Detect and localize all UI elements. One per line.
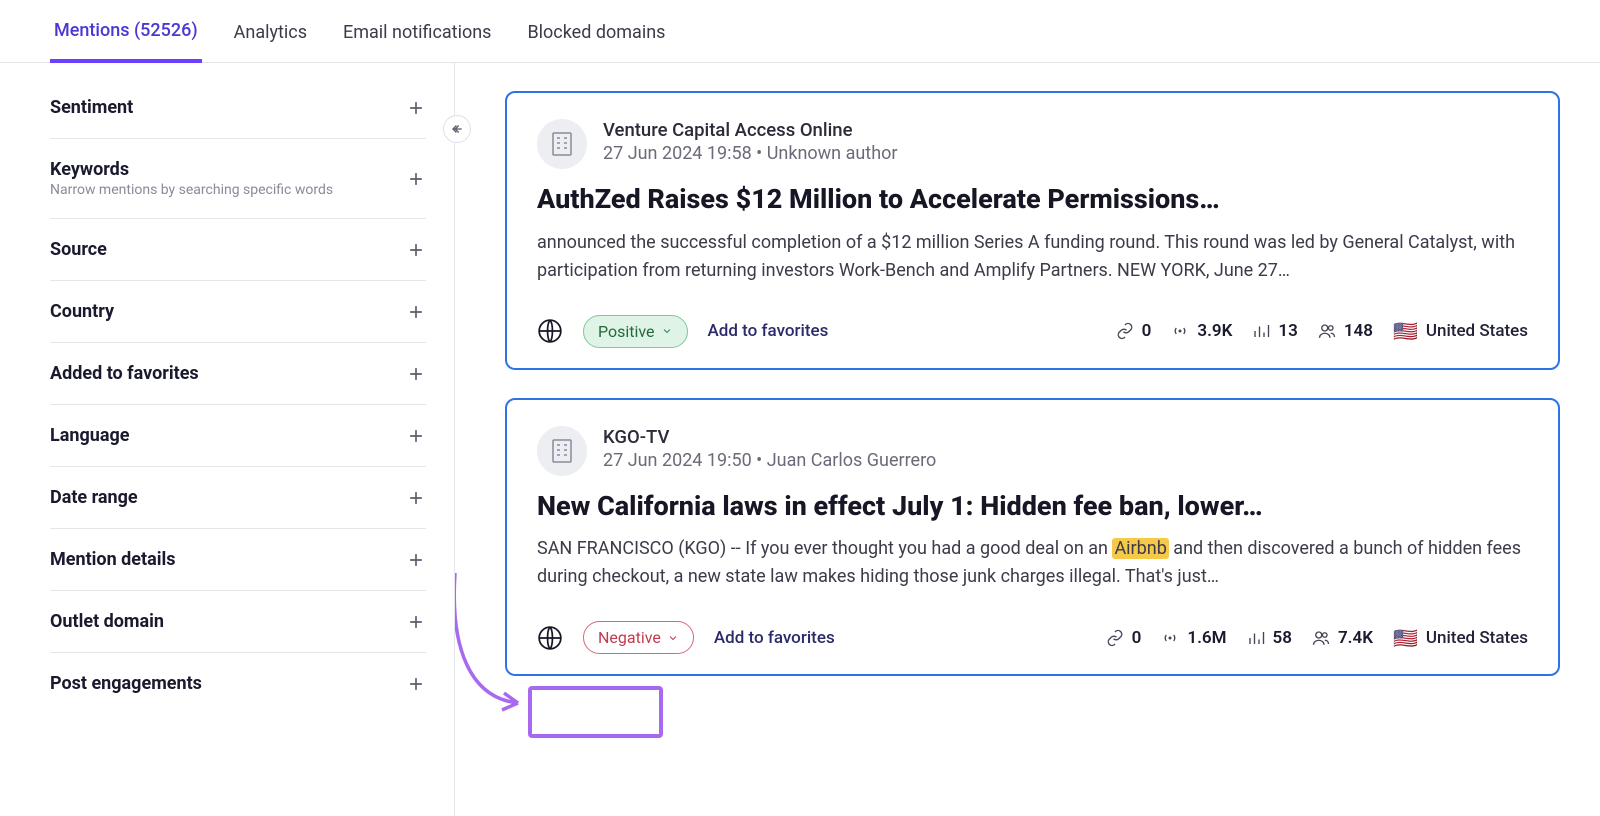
- sentiment-label: Positive: [598, 322, 655, 341]
- source-name: KGO-TV: [603, 426, 936, 448]
- plus-icon: [406, 488, 426, 508]
- broadcast-icon: [1161, 629, 1179, 647]
- mention-meta: 27 Jun 2024 19:50 • Juan Carlos Guerrero: [603, 450, 936, 471]
- mention-title: New California laws in effect July 1: Hi…: [537, 490, 1528, 524]
- source-avatar: [537, 426, 587, 476]
- tab-mentions[interactable]: Mentions (52526): [50, 20, 202, 63]
- flag-icon: 🇺🇸: [1393, 319, 1418, 343]
- annotation-highlight-box: [528, 686, 663, 738]
- stat-reach: 1.6M: [1161, 628, 1226, 648]
- add-to-favorites-link[interactable]: Add to favorites: [708, 321, 829, 341]
- plus-icon: [406, 98, 426, 118]
- filter-label: Mention details: [50, 549, 176, 570]
- mention-title: AuthZed Raises $12 Million to Accelerate…: [537, 183, 1528, 217]
- filter-subtitle: Narrow mentions by searching specific wo…: [50, 182, 333, 198]
- stat-reach: 3.9K: [1171, 321, 1232, 341]
- bar-chart-icon: [1247, 629, 1265, 647]
- plus-icon: [406, 550, 426, 570]
- broadcast-icon: [1171, 322, 1189, 340]
- mention-meta: 27 Jun 2024 19:58 • Unknown author: [603, 143, 897, 164]
- filter-country[interactable]: Country: [50, 281, 426, 343]
- link-icon: [1116, 322, 1134, 340]
- building-icon: [550, 437, 574, 465]
- filter-source[interactable]: Source: [50, 219, 426, 281]
- users-icon: [1312, 629, 1330, 647]
- tabs-bar: Mentions (52526) Analytics Email notific…: [0, 0, 1600, 63]
- chevron-down-icon: [667, 632, 679, 644]
- plus-icon: [406, 364, 426, 384]
- stat-audience: 148: [1318, 321, 1373, 341]
- source-name: Venture Capital Access Online: [603, 119, 897, 141]
- mention-card[interactable]: KGO-TV 27 Jun 2024 19:50 • Juan Carlos G…: [505, 398, 1560, 677]
- plus-icon: [406, 612, 426, 632]
- sentiment-label: Negative: [598, 628, 661, 647]
- filter-outlet-domain[interactable]: Outlet domain: [50, 591, 426, 653]
- stat-links: 0: [1116, 321, 1152, 341]
- filter-label: Added to favorites: [50, 363, 199, 384]
- link-icon: [1106, 629, 1124, 647]
- filter-label: Sentiment: [50, 97, 133, 118]
- tab-email-notifications[interactable]: Email notifications: [339, 22, 495, 61]
- filter-label: Date range: [50, 487, 138, 508]
- tab-analytics[interactable]: Analytics: [230, 22, 311, 61]
- plus-icon: [406, 169, 426, 189]
- plus-icon: [406, 302, 426, 322]
- tab-blocked-domains[interactable]: Blocked domains: [523, 22, 669, 61]
- filter-label: Country: [50, 301, 114, 322]
- stat-rank: 13: [1252, 321, 1297, 341]
- filter-language[interactable]: Language: [50, 405, 426, 467]
- sentiment-pill-positive[interactable]: Positive: [583, 315, 688, 348]
- filters-sidebar: Sentiment Keywords Narrow mentions by se…: [0, 63, 455, 816]
- flag-icon: 🇺🇸: [1393, 626, 1418, 650]
- mention-snippet: announced the successful completion of a…: [537, 229, 1528, 285]
- location: 🇺🇸 United States: [1393, 626, 1528, 650]
- stat-links: 0: [1106, 628, 1142, 648]
- www-icon: [537, 625, 563, 651]
- plus-icon: [406, 240, 426, 260]
- stat-audience: 7.4K: [1312, 628, 1373, 648]
- filter-label: Outlet domain: [50, 611, 164, 632]
- plus-icon: [406, 426, 426, 446]
- filter-label: Source: [50, 239, 107, 260]
- location: 🇺🇸 United States: [1393, 319, 1528, 343]
- mention-card[interactable]: Venture Capital Access Online 27 Jun 202…: [505, 91, 1560, 370]
- mention-snippet: SAN FRANCISCO (KGO) -- If you ever thoug…: [537, 535, 1528, 591]
- filter-label: Keywords: [50, 159, 333, 180]
- filter-favorites[interactable]: Added to favorites: [50, 343, 426, 405]
- filter-sentiment[interactable]: Sentiment: [50, 83, 426, 139]
- keyword-highlight: Airbnb: [1112, 538, 1168, 559]
- filter-date-range[interactable]: Date range: [50, 467, 426, 529]
- source-avatar: [537, 119, 587, 169]
- filter-keywords[interactable]: Keywords Narrow mentions by searching sp…: [50, 139, 426, 219]
- stat-rank: 58: [1247, 628, 1292, 648]
- building-icon: [550, 130, 574, 158]
- filter-mention-details[interactable]: Mention details: [50, 529, 426, 591]
- bar-chart-icon: [1252, 322, 1270, 340]
- www-icon: [537, 318, 563, 344]
- filter-label: Post engagements: [50, 673, 202, 694]
- chevron-down-icon: [661, 325, 673, 337]
- add-to-favorites-link[interactable]: Add to favorites: [714, 628, 835, 648]
- mentions-list: Venture Capital Access Online 27 Jun 202…: [455, 63, 1600, 816]
- sentiment-pill-negative[interactable]: Negative: [583, 621, 694, 654]
- users-icon: [1318, 322, 1336, 340]
- plus-icon: [406, 674, 426, 694]
- filter-label: Language: [50, 425, 129, 446]
- filter-post-engagements[interactable]: Post engagements: [50, 653, 426, 714]
